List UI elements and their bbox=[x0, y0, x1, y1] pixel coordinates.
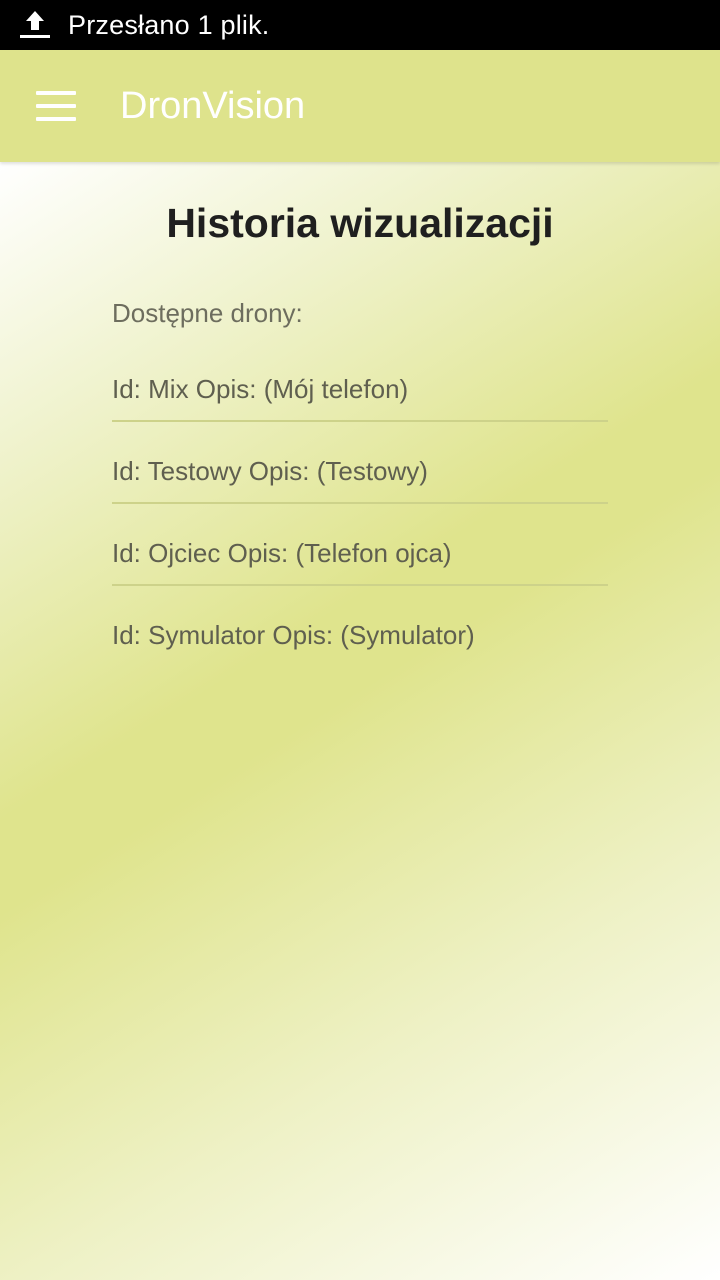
status-bar: Przesłano 1 plik. bbox=[0, 0, 720, 50]
main-content: Historia wizualizacji Dostępne drony: Id… bbox=[0, 162, 720, 1280]
drone-list-item[interactable]: Id: Symulator Opis: (Symulator) bbox=[112, 586, 608, 668]
status-notification-text: Przesłano 1 plik. bbox=[68, 9, 270, 40]
upload-icon bbox=[20, 11, 50, 38]
menu-icon[interactable] bbox=[36, 91, 76, 121]
available-drones-label: Dostępne drony: bbox=[112, 298, 303, 328]
drone-list-item[interactable]: Id: Mix Opis: (Mój telefon) bbox=[112, 340, 608, 422]
app-title: DronVision bbox=[120, 84, 306, 127]
drone-item-label: Id: Testowy Opis: (Testowy) bbox=[112, 456, 428, 486]
drone-list-item[interactable]: Id: Testowy Opis: (Testowy) bbox=[112, 422, 608, 504]
menu-line bbox=[36, 104, 76, 108]
menu-line bbox=[36, 117, 76, 121]
drone-list-item[interactable]: Id: Ojciec Opis: (Telefon ojca) bbox=[112, 504, 608, 586]
page-title: Historia wizualizacji bbox=[166, 200, 554, 246]
drone-item-label: Id: Mix Opis: (Mój telefon) bbox=[112, 374, 409, 404]
drone-item-label: Id: Symulator Opis: (Symulator) bbox=[112, 620, 475, 650]
drone-item-label: Id: Ojciec Opis: (Telefon ojca) bbox=[112, 538, 452, 568]
menu-line bbox=[36, 91, 76, 95]
drone-list: Id: Mix Opis: (Mój telefon) Id: Testowy … bbox=[112, 340, 608, 668]
app-bar: DronVision bbox=[0, 50, 720, 162]
